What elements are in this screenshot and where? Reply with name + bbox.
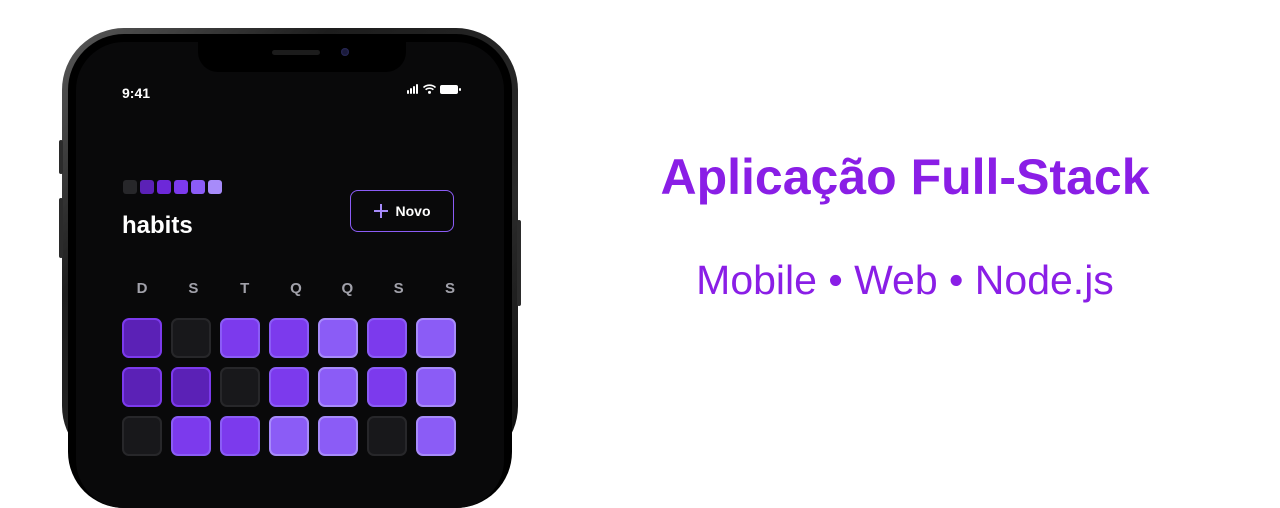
battery-icon — [440, 85, 461, 94]
habit-day-cell[interactable] — [318, 367, 358, 407]
habit-day-cell[interactable] — [220, 367, 260, 407]
habit-day-cell[interactable] — [416, 367, 456, 407]
logo-square — [123, 180, 137, 194]
weekday-label: S — [444, 280, 455, 297]
phone-notch — [198, 42, 406, 72]
habit-day-cell[interactable] — [416, 318, 456, 358]
habit-day-cell[interactable] — [171, 416, 211, 456]
habit-day-cell[interactable] — [269, 367, 309, 407]
weekday-label: T — [240, 280, 250, 297]
logo-square — [191, 180, 205, 194]
app-title: habits — [122, 212, 193, 239]
mute-switch — [59, 140, 63, 174]
wifi-icon — [423, 84, 436, 94]
power-button — [517, 220, 521, 306]
habit-day-cell[interactable] — [220, 318, 260, 358]
volume-button — [59, 198, 63, 258]
logo-square — [157, 180, 171, 194]
status-time: 9:41 — [122, 85, 151, 101]
habit-day-cell[interactable] — [171, 318, 211, 358]
front-camera — [341, 48, 349, 56]
hero-subtitle: Mobile • Web • Node.js — [696, 257, 1114, 303]
plus-icon — [373, 204, 388, 218]
habit-day-cell[interactable] — [416, 416, 456, 456]
speaker-grille — [272, 50, 320, 55]
cellular-signal-icon — [407, 84, 418, 94]
hero-title: Aplicação Full-Stack — [660, 149, 1150, 205]
weekday-label: S — [393, 280, 404, 297]
weekday-label: Q — [290, 280, 302, 297]
status-icons — [407, 84, 461, 94]
weekday-label: S — [188, 280, 199, 297]
habit-day-cell[interactable] — [269, 318, 309, 358]
weekday-label: Q — [341, 280, 354, 297]
habit-day-cell[interactable] — [122, 416, 162, 456]
habit-day-cell[interactable] — [122, 318, 162, 358]
phone-screen: 9:41 habits Novo D S T Q Q S S — [76, 42, 504, 508]
logo-square — [208, 180, 222, 194]
habit-day-cell[interactable] — [171, 367, 211, 407]
weekday-label: D — [136, 280, 148, 297]
habit-day-cell[interactable] — [318, 318, 358, 358]
logo-square — [174, 180, 188, 194]
habit-day-cell[interactable] — [367, 416, 407, 456]
habit-day-cell[interactable] — [367, 318, 407, 358]
habit-day-cell[interactable] — [269, 416, 309, 456]
habit-day-cell[interactable] — [122, 367, 162, 407]
habit-day-cell[interactable] — [318, 416, 358, 456]
new-habit-button[interactable]: Novo — [350, 190, 454, 232]
logo-square — [140, 180, 154, 194]
habit-day-cell[interactable] — [367, 367, 407, 407]
weekday-header: D S T Q Q S S — [122, 280, 470, 297]
habit-day-cell[interactable] — [220, 416, 260, 456]
habits-logo — [123, 180, 222, 194]
habit-day-grid — [122, 318, 470, 456]
new-habit-label: Novo — [395, 203, 431, 219]
phone-mockup: 9:41 habits Novo D S T Q Q S S — [59, 28, 521, 508]
